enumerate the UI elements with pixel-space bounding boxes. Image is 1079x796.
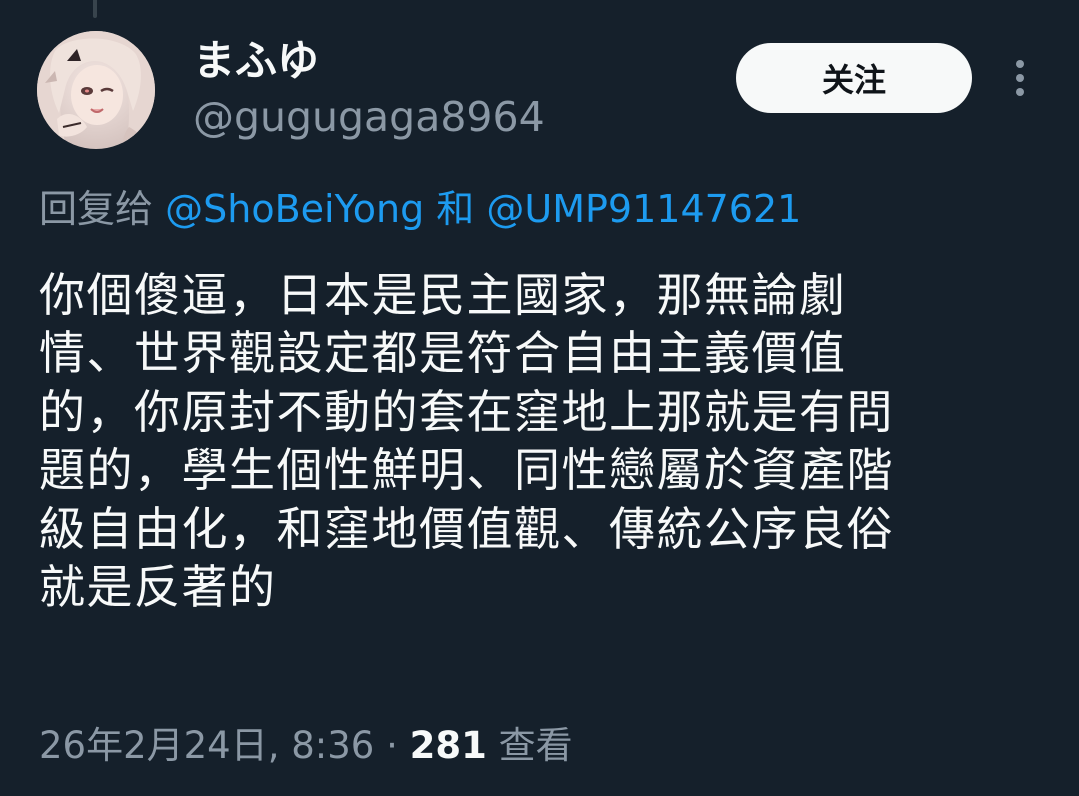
tweet-text: 你個傻逼，日本是民主國家，那無論劇 情、世界觀設定都是符合自由主義價值 的，你原…: [39, 266, 1039, 616]
tweet-timestamp[interactable]: 26年2月24日, 8:36: [39, 724, 374, 767]
tweet-text-line: 題的，學生個性鮮明、同性戀屬於資產階: [39, 443, 894, 498]
tweet-text-line: 就是反著的: [39, 560, 277, 615]
more-vertical-icon[interactable]: [1000, 56, 1040, 100]
views-label: 查看: [498, 724, 573, 767]
tweet-text-line: 你個傻逼，日本是民主國家，那無論劇: [39, 268, 847, 322]
author-handle[interactable]: @gugugaga8964: [193, 92, 545, 142]
tweet-text-line: 的，你原封不動的套在窪地上那就是有問: [39, 384, 894, 439]
mention-link-ump91147621[interactable]: @UMP91147621: [486, 187, 801, 231]
tweet-meta: 26年2月24日, 8:36 · 281 查看: [39, 718, 573, 774]
thread-connector-line: [93, 0, 97, 18]
avatar-image: [37, 31, 155, 149]
views-count[interactable]: 281: [410, 724, 487, 767]
author-display-name[interactable]: まふゆ: [193, 33, 319, 89]
mention-joiner: 和: [436, 187, 475, 231]
meta-separator: ·: [386, 724, 398, 767]
follow-button[interactable]: 关注: [736, 43, 972, 113]
tweet-text-line: 情、世界觀設定都是符合自由主義價值: [39, 326, 847, 381]
tweet-text-line: 級自由化，和窪地價值觀、傳統公序良俗: [39, 501, 894, 556]
reply-prefix: 回复给: [39, 187, 154, 231]
reply-context: 回复给 @ShoBeiYong 和 @UMP91147621: [39, 182, 801, 236]
avatar[interactable]: [37, 31, 155, 149]
mention-link-shobeiyong[interactable]: @ShoBeiYong: [165, 187, 424, 231]
